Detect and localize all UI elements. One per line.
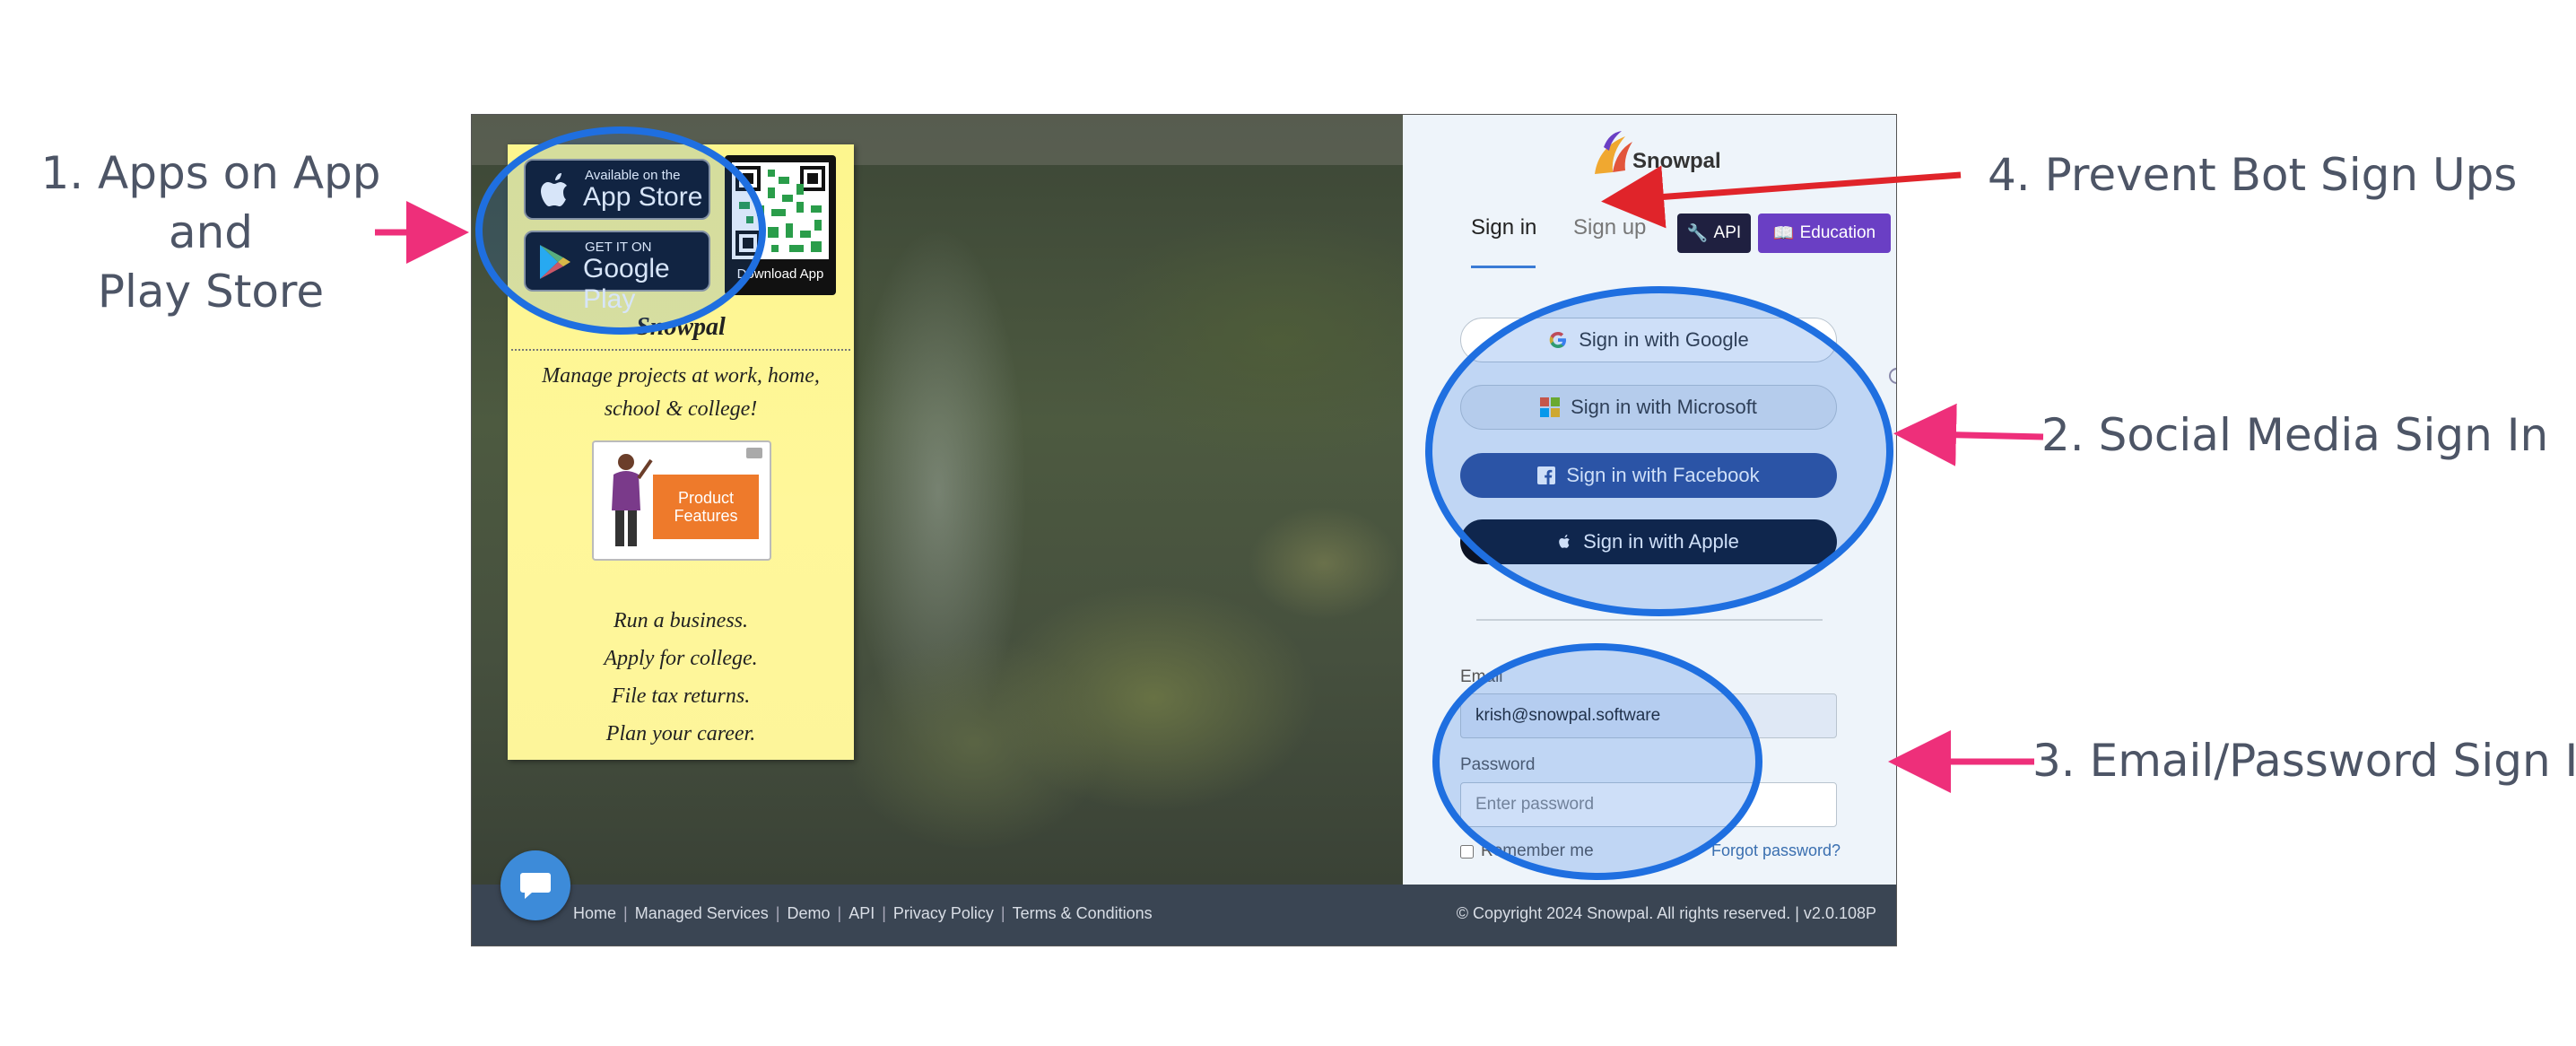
wrench-icon: 🔧	[1686, 224, 1709, 243]
annotation-apps-line-2: and	[168, 206, 254, 258]
snowpal-logo[interactable]: Snowpal	[1589, 129, 1721, 179]
product-features-video[interactable]: Product Features	[592, 440, 771, 561]
presenter-figure-icon	[612, 454, 653, 546]
logo-text: Snowpal	[1632, 149, 1721, 173]
annotation-apps-line-3: Play Store	[97, 266, 325, 318]
remember-me[interactable]: Remember me	[1460, 841, 1594, 861]
education-button[interactable]: 📖 Education	[1758, 214, 1891, 253]
sign-in-facebook-button[interactable]: Sign in with Facebook	[1460, 453, 1837, 498]
side-scroll-indicator[interactable]	[1889, 368, 1896, 384]
video-camera-icon	[746, 448, 762, 458]
promo-line: File tax returns.	[611, 684, 751, 708]
book-icon: 📖	[1772, 224, 1795, 243]
chat-button[interactable]	[500, 850, 570, 920]
video-line-1: Product	[677, 489, 735, 507]
annotation-social: 2. Social Media Sign In	[2041, 409, 2549, 461]
footer-link-privacy[interactable]: Privacy Policy	[893, 904, 994, 923]
sign-in-panel: Snowpal Sign in Sign up 🔧 API 📖 Educatio…	[1403, 115, 1896, 885]
app-store-small-text: Available on the	[585, 168, 681, 183]
api-button-label: API	[1713, 223, 1742, 242]
password-label: Password	[1460, 755, 1536, 774]
google-button-label: Sign in with Google	[1579, 328, 1749, 351]
footer-separator: |	[1000, 904, 1005, 922]
arrow-social	[1893, 403, 2044, 466]
api-button[interactable]: 🔧 API	[1677, 214, 1751, 253]
footer-links: Home | Managed Services | Demo | API | Priva…	[573, 904, 1153, 923]
promo-line: Plan your career.	[605, 722, 756, 745]
app-store-big-text: App Store	[583, 182, 703, 212]
app-store-badge[interactable]: Available on the App Store	[524, 159, 710, 220]
apple-icon	[541, 173, 567, 206]
password-field[interactable]	[1460, 782, 1837, 827]
footer-link-home[interactable]: Home	[573, 904, 616, 923]
google-play-small-text: GET IT ON	[585, 240, 652, 255]
email-field[interactable]	[1460, 693, 1837, 738]
education-button-label: Education	[1799, 223, 1876, 242]
annotation-email: 3. Email/Password Sign In	[2032, 735, 2576, 787]
email-label: Email	[1460, 667, 1503, 686]
facebook-icon	[1537, 466, 1556, 484]
footer-separator: |	[623, 904, 628, 922]
promo-lines: Run a business. Apply for college. File …	[508, 602, 854, 753]
annotation-apps: 1. Apps on App and Play Store	[36, 144, 386, 321]
google-play-badge[interactable]: GET IT ON Google Play	[524, 231, 710, 314]
apple-button-label: Sign in with Apple	[1583, 530, 1739, 553]
promo-title: Snowpal	[636, 313, 726, 341]
promo-tagline: Manage projects at work, home, school & …	[542, 364, 820, 421]
forgot-password-link[interactable]: Forgot password?	[1711, 841, 1841, 860]
promo-line: Run a business.	[614, 609, 748, 632]
sign-in-apple-button[interactable]: Sign in with Apple	[1460, 519, 1837, 564]
footer: Home | Managed Services | Demo | API | Priva…	[472, 885, 1896, 946]
google-icon	[1549, 332, 1567, 348]
google-play-icon	[540, 245, 570, 279]
footer-separator: |	[775, 904, 780, 922]
footer-separator: |	[882, 904, 886, 922]
apple-icon	[1559, 535, 1570, 548]
microsoft-button-label: Sign in with Microsoft	[1571, 396, 1757, 418]
tab-sign-up[interactable]: Sign up	[1573, 215, 1646, 240]
remember-me-label: Remember me	[1481, 841, 1594, 860]
promo-card: Available on the App Store GET IT ON Goo…	[508, 144, 854, 760]
promo-line: Apply for college.	[604, 647, 758, 670]
qr-code-download[interactable]: Download App	[725, 155, 836, 295]
google-play-big-text: Google Play	[583, 254, 670, 314]
footer-copyright: © Copyright 2024 Snowpal. All rights res…	[1456, 904, 1876, 922]
footer-separator: |	[837, 904, 842, 922]
app-screenshot: Available on the App Store GET IT ON Goo…	[471, 114, 1897, 946]
product-features-bubble: Product Features	[653, 475, 759, 539]
chat-bubble-icon	[520, 873, 551, 899]
sign-in-google-button[interactable]: Sign in with Google	[1460, 318, 1837, 362]
footer-link-api[interactable]: API	[849, 904, 875, 923]
footer-link-terms[interactable]: Terms & Conditions	[1013, 904, 1153, 923]
active-tab-indicator	[1471, 266, 1536, 268]
section-divider	[1476, 619, 1823, 621]
qr-code-label: Download App	[736, 266, 824, 282]
promo-divider	[511, 349, 850, 351]
microsoft-icon	[1540, 397, 1561, 417]
footer-link-managed-services[interactable]: Managed Services	[635, 904, 769, 923]
snowpal-logo-icon	[1595, 131, 1632, 174]
annotation-apps-line-1: 1. Apps on App	[40, 147, 381, 199]
footer-link-demo[interactable]: Demo	[787, 904, 830, 923]
video-line-2: Features	[674, 507, 738, 525]
sign-in-microsoft-button[interactable]: Sign in with Microsoft	[1460, 385, 1837, 430]
tab-sign-in[interactable]: Sign in	[1471, 215, 1536, 240]
remember-me-checkbox[interactable]	[1460, 844, 1474, 859]
annotation-bot: 4. Prevent Bot Sign Ups	[1988, 149, 2518, 201]
qr-code-icon	[732, 162, 829, 259]
facebook-button-label: Sign in with Facebook	[1566, 464, 1760, 486]
